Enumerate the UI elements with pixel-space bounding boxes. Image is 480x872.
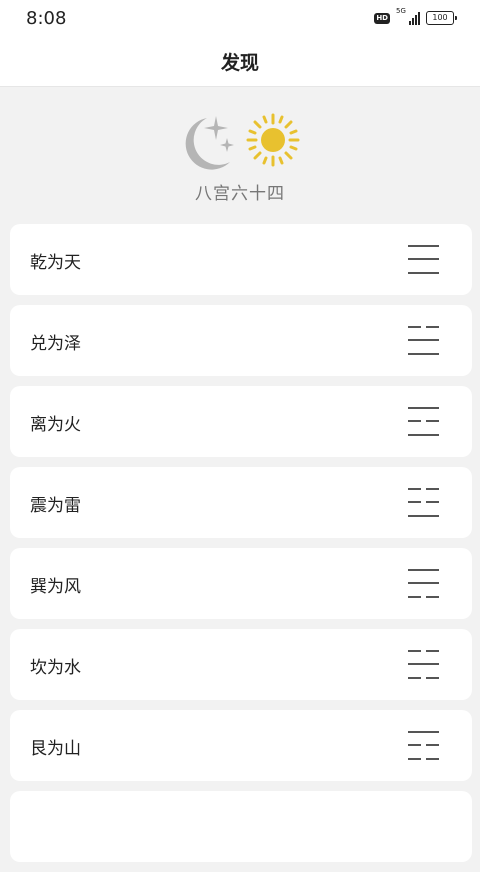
- solid-line: [408, 407, 439, 409]
- item-label: 艮为山: [30, 739, 81, 759]
- solid-line: [408, 731, 439, 733]
- signal-icon: 5G: [396, 7, 420, 25]
- solid-line: [408, 515, 439, 517]
- trigram-icon: [408, 569, 439, 598]
- list-item[interactable]: 震为雷: [10, 467, 472, 538]
- broken-line: [408, 677, 439, 679]
- list-item[interactable]: 乾为天: [10, 224, 472, 295]
- solid-line: [408, 272, 439, 274]
- solid-line: [408, 353, 439, 355]
- trigram-list: 乾为天 兑为泽 离为火 震为雷 巽为风 坎为水 艮为山: [10, 224, 472, 872]
- list-item[interactable]: 兑为泽: [10, 305, 472, 376]
- status-icons: HD 5G 100: [374, 7, 457, 26]
- hero-title: 八宫六十四: [195, 184, 285, 204]
- list-item[interactable]: 艮为山: [10, 710, 472, 781]
- solid-line: [408, 569, 439, 571]
- broken-line: [408, 501, 439, 503]
- trigram-icon: [408, 650, 439, 679]
- page-title: 发现: [220, 52, 259, 74]
- solid-line: [408, 663, 439, 665]
- hd-icon: HD: [374, 12, 390, 24]
- broken-line: [408, 420, 439, 422]
- item-label: 巽为风: [30, 577, 81, 597]
- status-bar: 8:08 HD 5G 100: [0, 0, 480, 36]
- battery-icon: 100: [426, 11, 457, 25]
- solid-line: [408, 582, 439, 584]
- broken-line: [408, 488, 439, 490]
- broken-line: [408, 650, 439, 652]
- item-label: 乾为天: [30, 253, 81, 273]
- trigram-icon: [408, 731, 439, 760]
- trigram-icon: [408, 407, 439, 436]
- item-label: 震为雷: [30, 496, 81, 516]
- solid-line: [408, 434, 439, 436]
- signal-bars: [409, 12, 420, 25]
- list-item[interactable]: 巽为风: [10, 548, 472, 619]
- broken-line: [408, 758, 439, 760]
- hero-section: 八宫六十四: [0, 108, 480, 208]
- solid-line: [408, 339, 439, 341]
- moon-sun-icon: [185, 113, 300, 170]
- item-label: 坎为水: [30, 658, 81, 678]
- list-item[interactable]: 离为火: [10, 386, 472, 457]
- network-type-label: 5G: [396, 7, 406, 15]
- broken-line: [408, 596, 439, 598]
- status-time: 8:08: [26, 8, 67, 29]
- broken-line: [408, 744, 439, 746]
- item-label: 离为火: [30, 415, 81, 435]
- trigram-icon: [408, 326, 439, 355]
- solid-line: [408, 245, 439, 247]
- header: 发现: [0, 36, 480, 87]
- solid-line: [408, 258, 439, 260]
- broken-line: [408, 326, 439, 328]
- list-item[interactable]: 坎为水: [10, 629, 472, 700]
- trigram-icon: [408, 245, 439, 274]
- trigram-icon: [408, 488, 439, 517]
- item-label: 兑为泽: [30, 334, 81, 354]
